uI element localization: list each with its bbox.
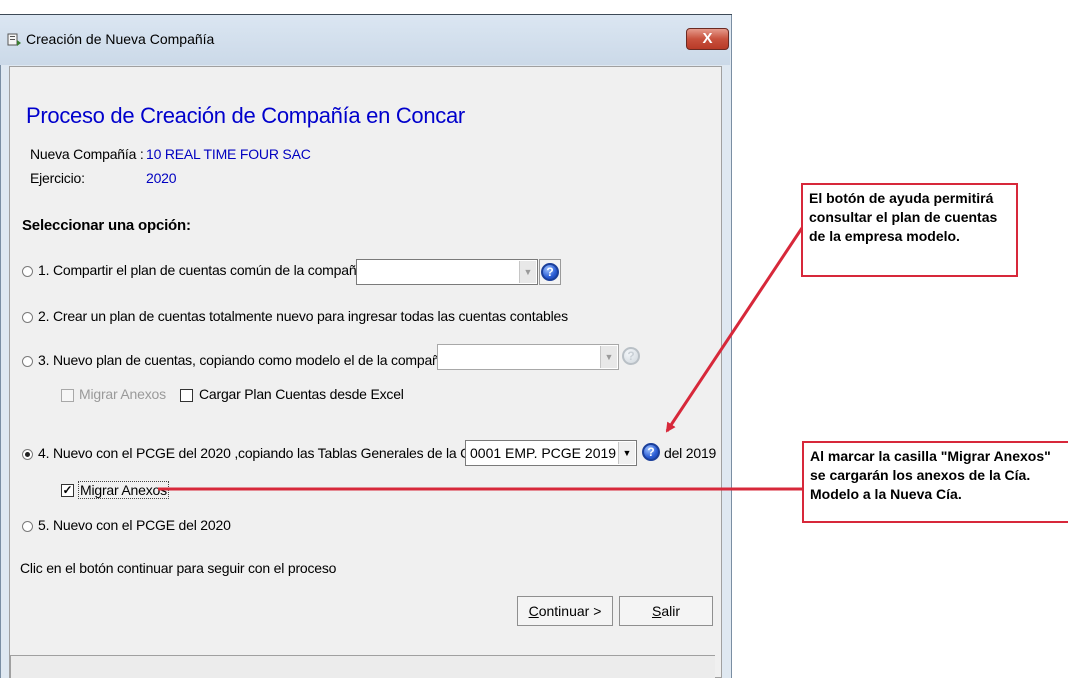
migrar-callout-line-1: Al marcar la casilla "Migrar Anexos" xyxy=(810,448,1051,464)
help-callout-line-1: El botón de ayuda permitirá xyxy=(809,190,994,206)
help-callout-arrow xyxy=(665,227,804,433)
migrar-callout: Al marcar la casilla "Migrar Anexos" se … xyxy=(802,441,1068,523)
annotation-arrows xyxy=(158,227,804,491)
help-callout: El botón de ayuda permitirá consultar el… xyxy=(801,183,1018,277)
migrar-callout-line-3: Modelo a la Nueva Cía. xyxy=(810,486,962,502)
help-callout-line-2: consultar el plan de cuentas xyxy=(809,209,998,225)
help-callout-line-3: de la empresa modelo. xyxy=(809,228,960,244)
migrar-callout-line-2: se cargarán los anexos de la Cía. xyxy=(810,467,1031,483)
